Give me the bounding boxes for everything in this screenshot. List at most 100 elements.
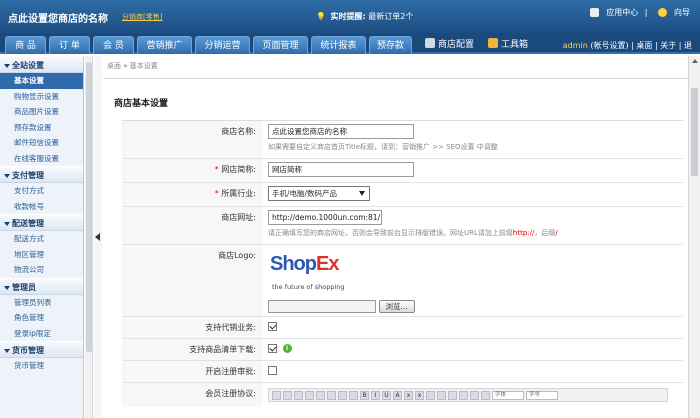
row-member-agreement: 会员注册协议: B I U A x x 字体 字号 (122, 383, 683, 407)
sidebar-section-site-settings[interactable]: 全站设置 (0, 56, 83, 73)
shop-subtitle-link[interactable]: 分销商[零售] (122, 12, 162, 22)
tab-orders[interactable]: 订 单 (49, 36, 90, 54)
editor-emoji-icon[interactable] (481, 390, 490, 400)
sidebar-item-email-sms[interactable]: 邮件短信设置 (0, 135, 83, 151)
editor-image-icon[interactable] (349, 390, 358, 400)
editor-indent-icon[interactable] (327, 390, 336, 400)
bold-icon[interactable]: B (360, 390, 369, 400)
scrollbar-thumb[interactable] (86, 62, 92, 352)
site-short-input[interactable]: 网店简称 (268, 162, 414, 177)
editor-align-icon[interactable] (283, 390, 292, 400)
about-link[interactable]: 关于 (660, 41, 676, 50)
breadcrumb-current: 基本设置 (129, 62, 158, 70)
sidebar-item-delivery-methods[interactable]: 配送方式 (0, 231, 83, 247)
page-title: 商店基本设置 (114, 99, 169, 109)
logo-file-input[interactable] (268, 300, 376, 313)
shop-name-input[interactable]: 点此设置您商店的名称 (268, 124, 414, 139)
app-center-link[interactable]: 应用中心 (586, 8, 638, 17)
account-settings-link[interactable]: (帐号设置) (590, 41, 628, 50)
toolbox-icon (488, 38, 498, 48)
info-icon[interactable]: i (282, 344, 292, 353)
sidebar-item-product-images[interactable]: 商品图片设置 (0, 104, 83, 120)
tab-marketing[interactable]: 营销推广 (137, 36, 192, 54)
smile-icon (658, 8, 667, 17)
browse-button[interactable]: 浏览... (378, 300, 415, 313)
tab-deposit[interactable]: 预存款 (369, 36, 412, 54)
scrollbar-thumb[interactable] (691, 88, 698, 176)
list-download-checkbox[interactable] (268, 344, 277, 353)
registration-review-label: 开启注册审批: (122, 361, 262, 382)
shop-title[interactable]: 点此设置您商店的名称 (8, 10, 108, 25)
toolbox-button[interactable]: 工具箱 (488, 37, 528, 53)
rich-text-toolbar: B I U A x x 字体 字号 (268, 388, 668, 402)
sidebar-item-logistics[interactable]: 物流公司 (0, 262, 83, 278)
editor-align-icon[interactable] (294, 390, 303, 400)
shop-name-hint: 如果需要自定义商店首页Title标题，请到：营销推广 >> SEO设置 中调整 (268, 143, 498, 151)
tab-members[interactable]: 会 员 (93, 36, 134, 54)
scroll-up-icon[interactable] (692, 59, 698, 63)
tab-products[interactable]: 商 品 (5, 36, 46, 54)
editor-align-icon[interactable] (426, 390, 435, 400)
editor-list-icon[interactable] (316, 390, 325, 400)
sidebar-item-receiving-accounts[interactable]: 收款帐号 (0, 199, 83, 215)
settings-form: 商店名称: 点此设置您商店的名称 如果需要自定义商店首页Title标题，请到：营… (122, 120, 683, 407)
italic-icon[interactable]: I (371, 390, 380, 400)
tab-distribution[interactable]: 分销运营 (195, 36, 250, 54)
industry-select[interactable]: 手机/电脑/数码产品 (268, 186, 370, 201)
editor-link-icon[interactable] (459, 390, 468, 400)
breadcrumb-separator: » (123, 62, 128, 70)
font-color-icon[interactable]: A (393, 390, 402, 400)
registration-review-checkbox[interactable] (268, 366, 277, 375)
wrench-icon (425, 38, 435, 48)
superscript-icon[interactable]: x (415, 390, 424, 400)
sidebar-section-delivery[interactable]: 配送管理 (0, 214, 83, 231)
main-scrollbar[interactable] (688, 56, 700, 418)
admin-username[interactable]: admin (563, 41, 588, 50)
editor-align-icon[interactable] (272, 390, 281, 400)
sidebar-collapse-handle[interactable] (94, 56, 102, 418)
logout-link[interactable]: 退 (684, 41, 692, 50)
shop-name-label: 商店名称: (122, 121, 262, 158)
sidebar-section-payment[interactable]: 支付管理 (0, 166, 83, 183)
desktop-link[interactable]: 桌面 (636, 41, 652, 50)
editor-align-icon[interactable] (437, 390, 446, 400)
tab-reports[interactable]: 统计报表 (311, 36, 366, 54)
sidebar-item-admin-list[interactable]: 管理员列表 (0, 295, 83, 311)
editor-table-icon[interactable] (338, 390, 347, 400)
sidebar-scrollbar[interactable] (85, 56, 93, 418)
sidebar-item-payment-methods[interactable]: 支付方式 (0, 183, 83, 199)
row-shop-name: 商店名称: 点此设置您商店的名称 如果需要自定义商店首页Title标题，请到：营… (122, 121, 683, 159)
shop-url-label: 商店网址: (122, 207, 262, 244)
sidebar-section-currency[interactable]: 货币管理 (0, 341, 83, 358)
guide-link[interactable]: 向导 (654, 8, 690, 17)
breadcrumb: 桌面 » 基本设置 (107, 61, 158, 71)
subscript-icon[interactable]: x (404, 390, 413, 400)
sidebar-section-admins[interactable]: 管理员 (0, 277, 83, 295)
row-shop-logo: 商店Logo: ShopEx the future of shopping 浏览… (122, 245, 683, 317)
sidebar-item-deposit-settings[interactable]: 预存款设置 (0, 120, 83, 136)
tab-pages[interactable]: 页面管理 (253, 36, 308, 54)
collapse-arrow-icon (95, 233, 100, 241)
divider: | (644, 8, 648, 17)
breadcrumb-home[interactable]: 桌面 (107, 62, 121, 70)
shop-url-input[interactable]: http://demo.1000un.com:81/ (268, 210, 382, 225)
editor-align-icon[interactable] (448, 390, 457, 400)
sidebar-item-basic-settings[interactable]: 基本设置 (0, 73, 83, 89)
sidebar-item-shopping-display[interactable]: 购物显示设置 (0, 89, 83, 105)
editor-clear-icon[interactable] (470, 390, 479, 400)
sidebar-item-roles[interactable]: 角色管理 (0, 310, 83, 326)
distribution-checkbox[interactable] (268, 322, 277, 331)
font-family-dropdown[interactable]: 字体 (492, 390, 524, 400)
row-distribution: 支持代销业务: (122, 317, 683, 339)
editor-list-icon[interactable] (305, 390, 314, 400)
divider (103, 78, 688, 79)
sidebar-item-online-service[interactable]: 在线客服设置 (0, 151, 83, 167)
font-size-dropdown[interactable]: 字号 (526, 390, 558, 400)
underline-icon[interactable]: U (382, 390, 391, 400)
sidebar-item-regions[interactable]: 地区管理 (0, 247, 83, 263)
shop-config-button[interactable]: 商店配置 (425, 37, 474, 53)
sidebar-item-currency[interactable]: 货币管理 (0, 358, 83, 374)
sidebar-item-ip-limit[interactable]: 登录ip限定 (0, 326, 83, 342)
industry-label: * 所属行业: (122, 183, 262, 206)
notice-text[interactable]: 最新订单2个 (368, 12, 413, 21)
